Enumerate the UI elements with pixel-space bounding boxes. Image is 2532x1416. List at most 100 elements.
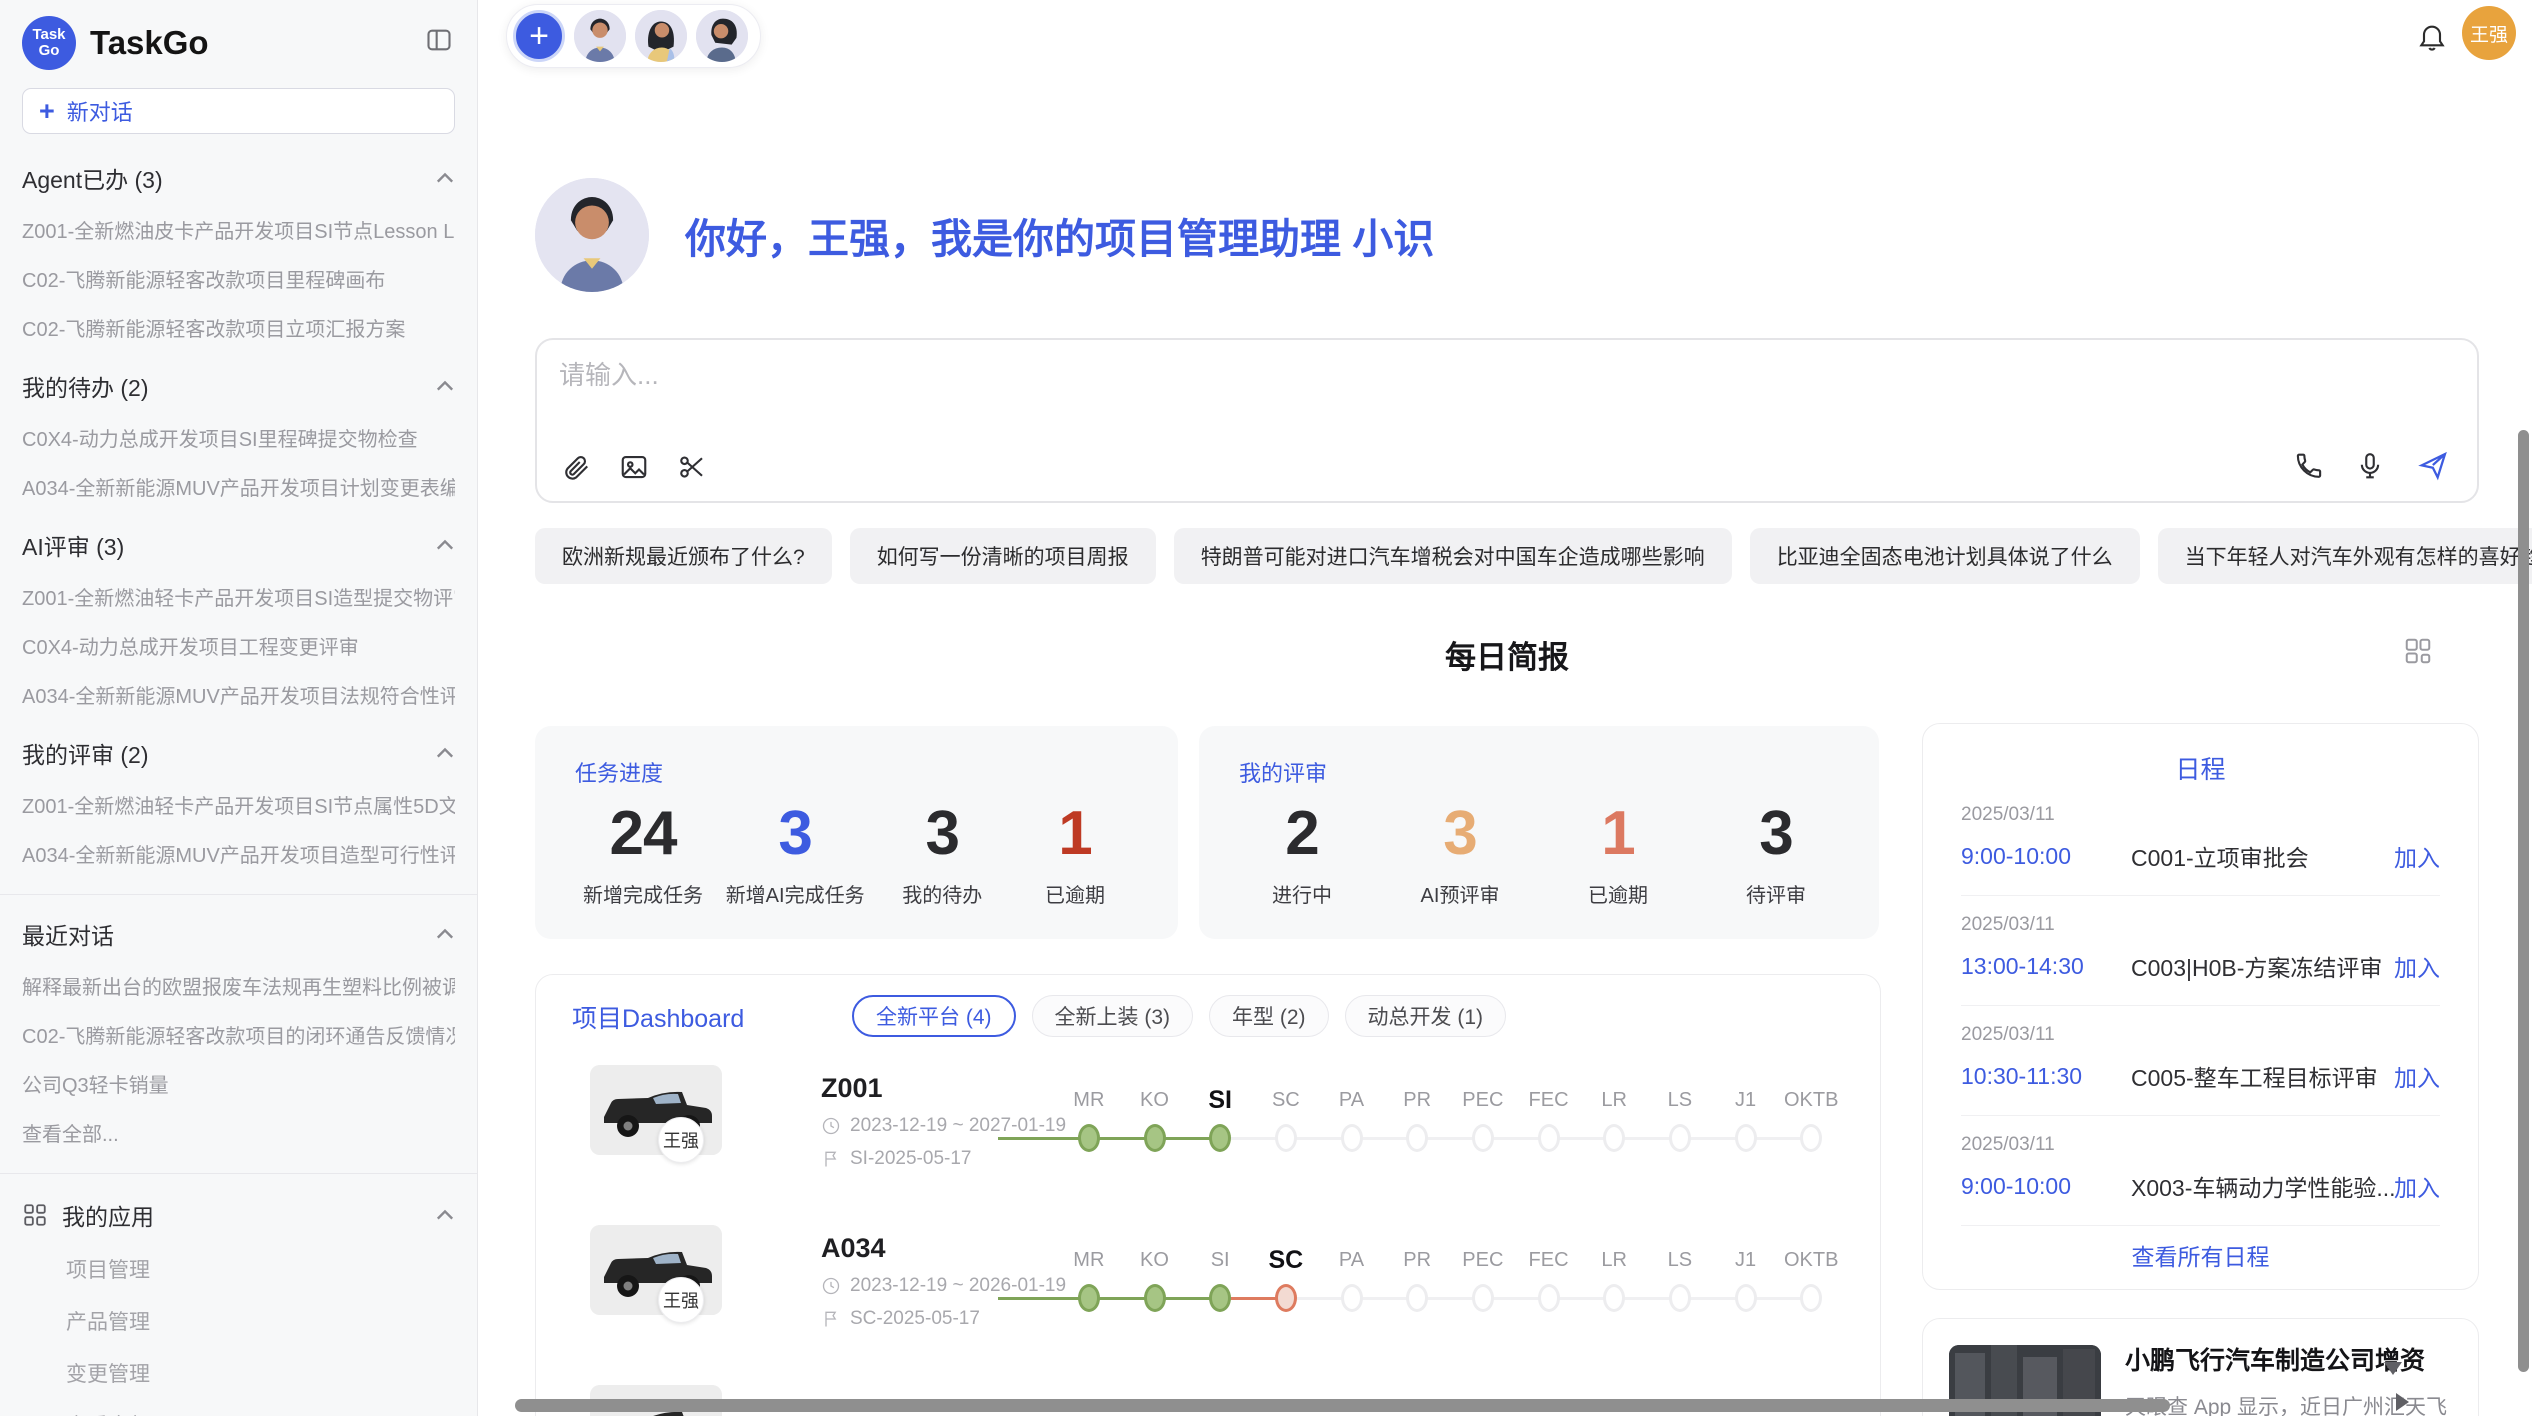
- phone-call-icon[interactable]: [2293, 451, 2323, 486]
- sidebar-chat-item[interactable]: C02-飞腾新能源轻客改款项目立项汇报方案: [22, 313, 455, 342]
- my-apps-label: 我的应用: [62, 1198, 154, 1232]
- scissors-icon[interactable]: [677, 452, 707, 487]
- sidebar: Task Go TaskGo + 新对话 Agent已办 (3) Z001-全新…: [0, 0, 478, 1416]
- vertical-scrollbar[interactable]: [2518, 430, 2529, 1372]
- sidebar-chat-item[interactable]: A034-全新新能源MUV产品开发项目计划变更表编写: [22, 472, 455, 501]
- sidebar-group-ai-review[interactable]: AI评审 (3): [22, 528, 455, 562]
- milestone-label: PA: [1319, 1245, 1385, 1279]
- milestone-track: MR KO SI SC PA PR: [1056, 1085, 1844, 1161]
- milestone-label: OKTB: [1778, 1245, 1844, 1279]
- stat-value: 3: [887, 798, 997, 869]
- composer-left-icons: [561, 452, 707, 487]
- layout-grid-icon[interactable]: [2403, 636, 2433, 671]
- dashboard-tab[interactable]: 全新上装 (3): [1032, 995, 1194, 1037]
- chevron-up-icon[interactable]: [435, 539, 455, 551]
- sidebar-my-apps[interactable]: 我的应用: [22, 1198, 455, 1232]
- join-meeting-link[interactable]: 加入: [2394, 949, 2440, 983]
- sidebar-chat-item[interactable]: C0X4-动力总成开发项目工程变更评审: [22, 631, 455, 660]
- sidebar-chat-item[interactable]: Z001-全新燃油皮卡产品开发项目SI节点Lesson Learn报告: [22, 215, 455, 244]
- sidebar-app-item[interactable]: 变更管理: [66, 1358, 455, 1388]
- sidebar-group-recent[interactable]: 最近对话: [22, 917, 455, 951]
- sidebar-chat-item[interactable]: A034-全新新能源MUV产品开发项目造型可行性评审: [22, 839, 455, 868]
- dashboard-tab[interactable]: 动总开发 (1): [1345, 995, 1507, 1037]
- milestone-node: [1275, 1284, 1297, 1312]
- dashboard-tab[interactable]: 全新平台 (4): [852, 995, 1016, 1037]
- milestone-label: FEC: [1516, 1245, 1582, 1279]
- milestone-label: MR: [1056, 1245, 1122, 1279]
- suggestion-chip[interactable]: 特朗普可能对进口汽车增税会对中国车企造成哪些影响: [1174, 528, 1732, 584]
- sidebar-group-my-todo[interactable]: 我的待办 (2): [22, 369, 455, 403]
- dashboard-header: 项目Dashboard 全新平台 (4)全新上装 (3)年型 (2)动总开发 (…: [572, 999, 1860, 1035]
- stat: 3 待评审: [1721, 798, 1831, 908]
- milestone: PEC: [1450, 1245, 1516, 1321]
- chevron-up-icon[interactable]: [435, 380, 455, 392]
- sidebar-chat-item[interactable]: 公司Q3轻卡销量: [22, 1069, 455, 1098]
- schedule-meeting-name: X003-车辆动力学性能验...: [2131, 1169, 2394, 1203]
- join-meeting-link[interactable]: 加入: [2394, 1169, 2440, 1203]
- image-icon[interactable]: [619, 452, 649, 487]
- suggestion-chip[interactable]: 如何写一份清晰的项目周报: [850, 528, 1156, 584]
- sidebar-group-agent-done[interactable]: Agent已办 (3): [22, 161, 455, 195]
- sidebar-chat-item[interactable]: C0X4-动力总成开发项目SI里程碑提交物检查: [22, 423, 455, 452]
- view-all-schedule-link[interactable]: 查看所有日程: [1961, 1238, 2440, 1272]
- sidebar-chat-item[interactable]: 查看全部...: [22, 1118, 455, 1147]
- milestone-label: J1: [1713, 1245, 1779, 1279]
- sidebar-app-item[interactable]: 查看全部...: [66, 1410, 455, 1416]
- stat-label: 我的待办: [887, 879, 997, 908]
- suggestion-chip[interactable]: 当下年轻人对汽车外观有怎样的喜好趋势: [2158, 528, 2532, 584]
- milestone-connector: [998, 1137, 1089, 1140]
- sidebar-app-item[interactable]: 产品管理: [66, 1306, 455, 1336]
- user-avatar[interactable]: 王强: [2462, 6, 2516, 60]
- add-assistant-button[interactable]: +: [513, 10, 565, 62]
- sidebar-chat-item[interactable]: Z001-全新燃油轻卡产品开发项目SI造型提交物评审: [22, 582, 455, 611]
- attachment-icon[interactable]: [561, 452, 591, 487]
- stat: 3 新增AI完成任务: [726, 798, 865, 908]
- scroll-down-arrow[interactable]: [2384, 1362, 2402, 1375]
- chevron-up-icon[interactable]: [435, 747, 455, 759]
- apps-items: 项目管理产品管理变更管理查看全部...: [22, 1254, 455, 1416]
- microphone-icon[interactable]: [2355, 451, 2385, 486]
- sidebar-chat-item[interactable]: A034-全新新能源MUV产品开发项目法规符合性评审: [22, 680, 455, 709]
- sidebar-collapse-icon[interactable]: [425, 26, 453, 59]
- suggestion-chip[interactable]: 比亚迪全固态电池计划具体说了什么: [1750, 528, 2140, 584]
- horizontal-scrollbar[interactable]: [515, 1399, 2170, 1412]
- project-owner-badge: 王强: [658, 1277, 704, 1323]
- sidebar-chat-item[interactable]: Z001-全新燃油轻卡产品开发项目SI节点属性5D文件评审: [22, 790, 455, 819]
- notification-bell-icon[interactable]: [2416, 20, 2448, 57]
- sidebar-chat-item[interactable]: 解释最新出台的欧盟报废车法规再生塑料比例被调至15%...: [22, 971, 455, 1000]
- sidebar-app-item[interactable]: 项目管理: [66, 1254, 455, 1284]
- project-row[interactable]: 王强 Z001 2023-12-19 ~ 2027-01-19 SI-2025-…: [536, 1059, 1880, 1219]
- milestone-label: OKTB: [1778, 1085, 1844, 1119]
- my-review-title: 我的评审: [1239, 756, 1839, 788]
- milestone: SI: [1187, 1085, 1253, 1161]
- hero: 你好，王强，我是你的项目管理助理 小识: [535, 178, 1434, 292]
- join-meeting-link[interactable]: 加入: [2394, 1059, 2440, 1093]
- milestone-label: FEC: [1516, 1085, 1582, 1119]
- milestone-node: [1406, 1124, 1428, 1152]
- scroll-right-arrow[interactable]: [2396, 1393, 2409, 1411]
- group-items: Z001-全新燃油轻卡产品开发项目SI节点属性5D文件评审 A034-全新新能源M…: [22, 790, 455, 868]
- chevron-up-icon[interactable]: [435, 1209, 455, 1221]
- dashboard-tab[interactable]: 年型 (2): [1209, 995, 1329, 1037]
- new-chat-button[interactable]: + 新对话: [22, 88, 455, 134]
- assistant-avatar-3[interactable]: [696, 10, 748, 62]
- assistant-avatar-1[interactable]: [574, 10, 626, 62]
- sidebar-chat-item[interactable]: C02-飞腾新能源轻客改款项目里程碑画布: [22, 264, 455, 293]
- project-row[interactable]: 王强 A034 2023-12-19 ~ 2026-01-19 SC-2025-…: [536, 1219, 1880, 1379]
- schedule-list: 2025/03/11 9:00-10:00 C001-立项审批会 加入 2025…: [1961, 786, 2440, 1226]
- milestone: SC: [1253, 1245, 1319, 1321]
- chat-input[interactable]: [559, 360, 2455, 391]
- suggestion-chip[interactable]: 欧洲新规最近颁布了什么?: [535, 528, 832, 584]
- send-icon[interactable]: [2417, 450, 2449, 487]
- divider: [0, 894, 477, 895]
- milestone: PR: [1384, 1245, 1450, 1321]
- chevron-up-icon[interactable]: [435, 928, 455, 940]
- sidebar-group-my-review[interactable]: 我的评审 (2): [22, 736, 455, 770]
- sidebar-chat-item[interactable]: C02-飞腾新能源轻客改款项目的闭环通告反馈情况: [22, 1020, 455, 1049]
- assistant-avatar-2[interactable]: [635, 10, 687, 62]
- chevron-up-icon[interactable]: [435, 172, 455, 184]
- join-meeting-link[interactable]: 加入: [2394, 839, 2440, 873]
- milestone-node: [1209, 1284, 1231, 1312]
- milestone: MR: [1056, 1245, 1122, 1321]
- schedule-date: 2025/03/11: [1961, 1134, 2440, 1156]
